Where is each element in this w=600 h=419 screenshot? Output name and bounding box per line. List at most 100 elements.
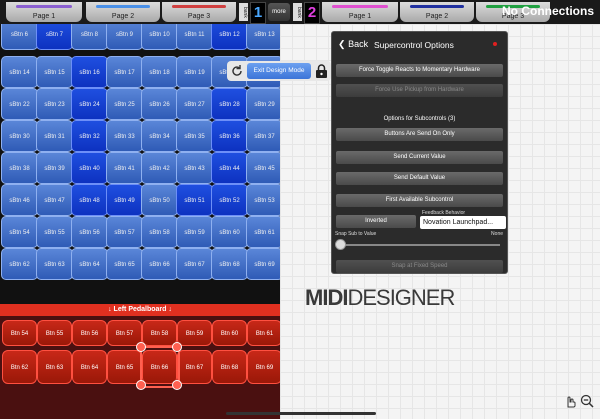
grid-button[interactable]: sBtn 54 xyxy=(1,216,38,248)
grid-button[interactable]: sBtn 38 xyxy=(1,152,38,184)
grid-button[interactable]: sBtn 26 xyxy=(141,88,178,120)
grid-button[interactable]: sBtn 65 xyxy=(106,248,143,280)
grid-button[interactable]: sBtn 33 xyxy=(106,120,143,152)
inverted-button[interactable]: Inverted xyxy=(336,215,416,228)
lock-icon[interactable] xyxy=(315,64,328,78)
grid-button[interactable]: sBtn 39 xyxy=(36,152,73,184)
pedal-button[interactable]: Btn 62 xyxy=(2,350,37,384)
force-toggle-button[interactable]: Force Toggle Reacts to Momentary Hardwar… xyxy=(336,64,503,77)
grid-button[interactable]: sBtn 48 xyxy=(71,184,108,216)
pedal-button[interactable]: Btn 56 xyxy=(72,320,107,346)
snap-fixed-speed-button[interactable]: Snap at Fixed Speed xyxy=(336,260,503,273)
right-page-tab-2[interactable]: Page 2 xyxy=(400,2,474,22)
grid-button[interactable]: sBtn 43 xyxy=(176,152,213,184)
grid-button[interactable]: sBtn 14 xyxy=(1,56,38,88)
snap-slider-track[interactable] xyxy=(340,244,500,246)
grid-button[interactable]: sBtn 18 xyxy=(141,56,178,88)
bank-number-right[interactable]: 2 xyxy=(304,2,320,24)
grid-button[interactable]: sBtn 19 xyxy=(176,56,213,88)
grid-button[interactable]: sBtn 44 xyxy=(211,152,248,184)
grid-button[interactable]: sBtn 25 xyxy=(106,88,143,120)
grid-button[interactable]: sBtn 67 xyxy=(176,248,213,280)
feedback-behavior-field[interactable]: Novation Launchpad... xyxy=(420,216,506,229)
grid-button[interactable]: sBtn 31 xyxy=(36,120,73,152)
refresh-icon[interactable] xyxy=(230,64,244,78)
left-page-tab-3[interactable]: Page 3 xyxy=(162,2,236,22)
right-page-tab-1[interactable]: Page 1 xyxy=(322,2,398,22)
left-page-tab-2[interactable]: Page 2 xyxy=(86,2,160,22)
grid-button[interactable]: sBtn 57 xyxy=(106,216,143,248)
grid-button[interactable]: sBtn 23 xyxy=(36,88,73,120)
hand-pointer-icon[interactable] xyxy=(563,394,577,408)
pedal-button[interactable]: Btn 57 xyxy=(107,320,142,346)
grid-button[interactable]: sBtn 63 xyxy=(36,248,73,280)
send-default-value-button[interactable]: Send Default Value xyxy=(336,172,503,185)
pedal-button[interactable]: Btn 61 xyxy=(247,320,280,346)
grid-button[interactable]: sBtn 24 xyxy=(71,88,108,120)
send-current-value-button[interactable]: Send Current Value xyxy=(336,151,503,164)
zoom-out-icon[interactable] xyxy=(580,394,594,408)
resize-handle[interactable] xyxy=(172,342,182,352)
pedal-button[interactable]: Btn 63 xyxy=(37,350,72,384)
bank-number-left[interactable]: 1 xyxy=(250,2,266,24)
grid-button[interactable]: sBtn 69 xyxy=(246,248,280,280)
grid-button[interactable]: sBtn 46 xyxy=(1,184,38,216)
resize-handle[interactable] xyxy=(172,380,182,390)
grid-button[interactable]: sBtn 32 xyxy=(71,120,108,152)
grid-button[interactable]: sBtn 56 xyxy=(71,216,108,248)
grid-button[interactable]: sBtn 62 xyxy=(1,248,38,280)
pedal-button[interactable]: Btn 60 xyxy=(212,320,247,346)
grid-button[interactable]: sBtn 49 xyxy=(106,184,143,216)
grid-button[interactable]: sBtn 52 xyxy=(211,184,248,216)
grid-button[interactable]: sBtn 28 xyxy=(211,88,248,120)
grid-button[interactable]: sBtn 41 xyxy=(106,152,143,184)
left-page-tab-1[interactable]: Page 1 xyxy=(6,2,82,22)
grid-button[interactable]: sBtn 55 xyxy=(36,216,73,248)
snap-slider-knob[interactable] xyxy=(335,239,346,250)
exit-design-mode-button[interactable]: Exit Design Mode xyxy=(247,63,311,79)
pedal-button[interactable]: Btn 65 xyxy=(107,350,142,384)
pedal-button[interactable]: Btn 54 xyxy=(2,320,37,346)
grid-button[interactable]: sBtn 61 xyxy=(246,216,280,248)
grid-button[interactable]: sBtn 16 xyxy=(71,56,108,88)
grid-button[interactable]: sBtn 51 xyxy=(176,184,213,216)
grid-button[interactable]: sBtn 59 xyxy=(176,216,213,248)
grid-button[interactable]: sBtn 42 xyxy=(141,152,178,184)
back-button[interactable]: ❮ Back xyxy=(338,39,368,50)
grid-button[interactable]: sBtn 36 xyxy=(211,120,248,152)
grid-button[interactable]: sBtn 50 xyxy=(141,184,178,216)
resize-handle[interactable] xyxy=(136,342,146,352)
resize-handle[interactable] xyxy=(136,380,146,390)
grid-button[interactable]: sBtn 66 xyxy=(141,248,178,280)
grid-button[interactable]: sBtn 37 xyxy=(246,120,280,152)
pedal-button[interactable]: Btn 69 xyxy=(247,350,280,384)
grid-button[interactable]: sBtn 45 xyxy=(246,152,280,184)
grid-button[interactable]: sBtn 17 xyxy=(106,56,143,88)
left-page-tab-3-color xyxy=(172,5,226,8)
force-pickup-button[interactable]: Force Use Pickup from Hardware xyxy=(336,84,503,97)
grid-button[interactable]: sBtn 35 xyxy=(176,120,213,152)
grid-button[interactable]: sBtn 40 xyxy=(71,152,108,184)
pedal-button[interactable]: Btn 59 xyxy=(177,320,212,346)
buttons-send-on-only-button[interactable]: Buttons Are Send On Only xyxy=(336,128,503,141)
pedal-button[interactable]: Btn 58 xyxy=(142,320,177,346)
grid-button[interactable]: sBtn 60 xyxy=(211,216,248,248)
chevron-left-icon: ❮ xyxy=(338,39,346,49)
pedal-button[interactable]: Btn 68 xyxy=(212,350,247,384)
grid-button[interactable]: sBtn 27 xyxy=(176,88,213,120)
grid-button[interactable]: sBtn 15 xyxy=(36,56,73,88)
grid-button[interactable]: sBtn 22 xyxy=(1,88,38,120)
grid-button[interactable]: sBtn 53 xyxy=(246,184,280,216)
grid-button[interactable]: sBtn 34 xyxy=(141,120,178,152)
first-available-subcontrol-button[interactable]: First Available Subcontrol xyxy=(336,194,503,207)
pedal-button[interactable]: Btn 64 xyxy=(72,350,107,384)
more-button[interactable]: more xyxy=(268,3,290,21)
grid-button[interactable]: sBtn 30 xyxy=(1,120,38,152)
grid-button[interactable]: sBtn 68 xyxy=(211,248,248,280)
pedal-button[interactable]: Btn 55 xyxy=(37,320,72,346)
pedal-button[interactable]: Btn 67 xyxy=(177,350,212,384)
grid-button[interactable]: sBtn 64 xyxy=(71,248,108,280)
grid-button[interactable]: sBtn 47 xyxy=(36,184,73,216)
grid-button[interactable]: sBtn 58 xyxy=(141,216,178,248)
grid-button[interactable]: sBtn 29 xyxy=(246,88,280,120)
